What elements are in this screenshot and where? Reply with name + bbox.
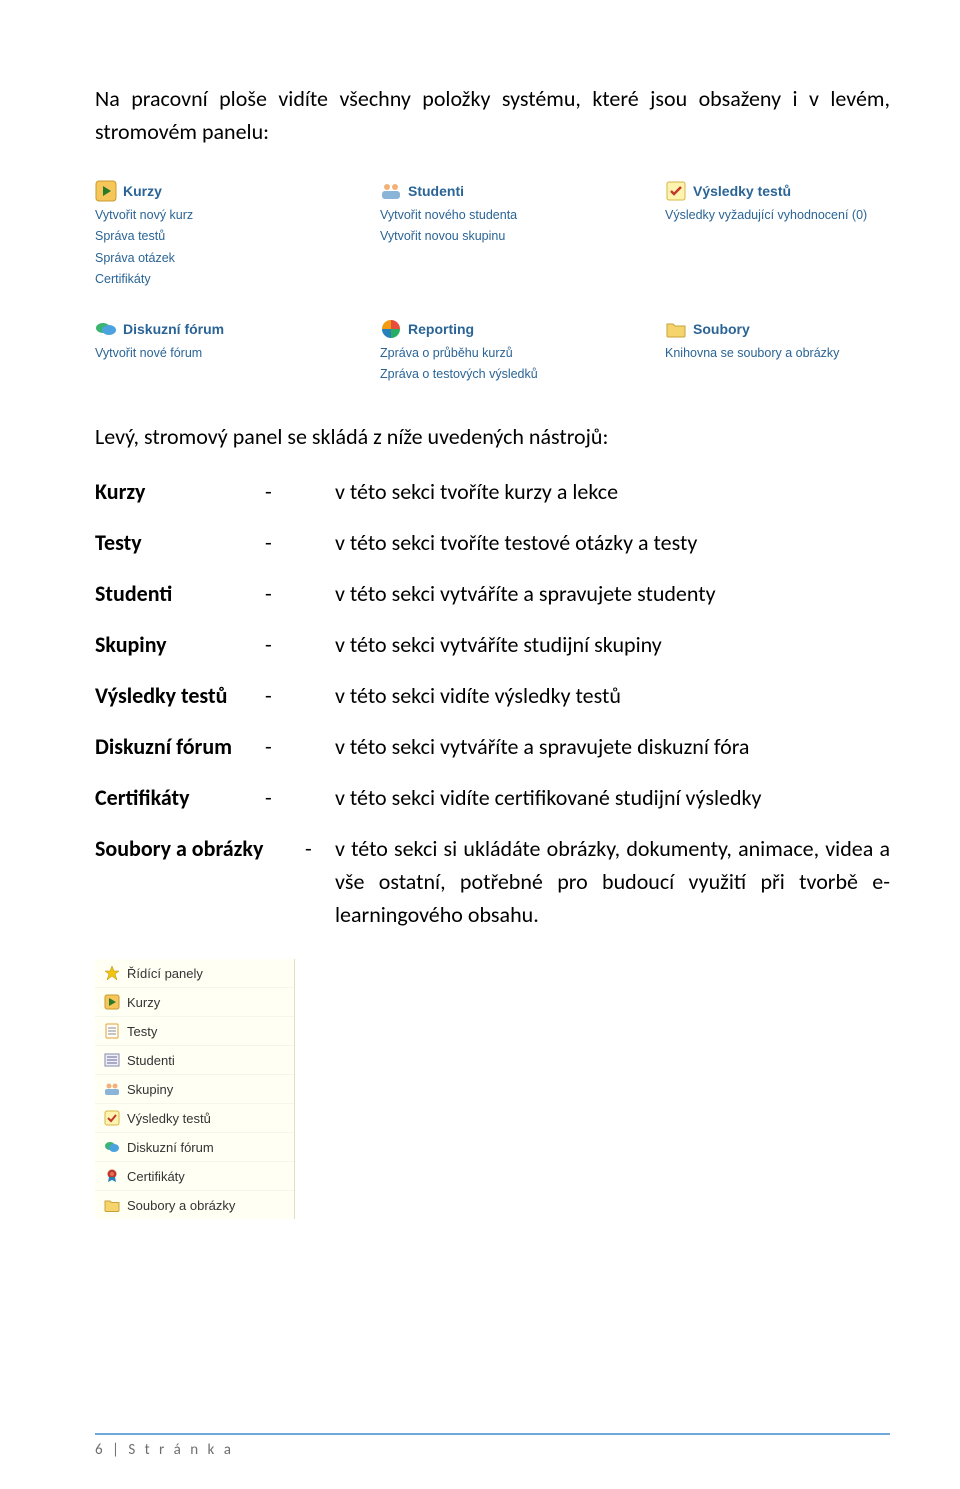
dashboard-card-soubory: Soubory Knihovna se soubory a obrázky [665, 318, 890, 387]
tree-item-label: Testy [127, 1024, 157, 1039]
def-row-vysledky: Výsledky testů - v této sekci vidíte výs… [95, 679, 890, 712]
def-desc: v této sekci vidíte výsledky testů [335, 679, 890, 712]
def-desc: v této sekci vytváříte a spravujete disk… [335, 730, 890, 763]
def-row-studenti: Studenti - v této sekci vytváříte a spra… [95, 577, 890, 610]
folder-icon [665, 318, 687, 340]
dash-separator: - [265, 628, 335, 661]
dashboard-card-studenti: Studenti Vytvořit nového studenta Vytvoř… [380, 180, 605, 292]
dash-sub-link[interactable]: Vytvořit novou skupinu [380, 227, 605, 246]
def-term: Kurzy [95, 475, 265, 508]
dash-separator: - [265, 679, 335, 712]
page-footer: 6 | S t r á n k a [95, 1433, 890, 1459]
tree-item-label: Výsledky testů [127, 1111, 211, 1126]
tree-item-ridici-panely[interactable]: Řídící panely [95, 959, 294, 987]
folder-icon [103, 1196, 121, 1214]
tree-item-studenti[interactable]: Studenti [95, 1045, 294, 1074]
check-icon [103, 1109, 121, 1127]
dash-separator: - [265, 730, 335, 763]
def-desc: v této sekci vytváříte studijní skupiny [335, 628, 890, 661]
chat-icon [95, 318, 117, 340]
tree-item-label: Certifikáty [127, 1169, 185, 1184]
dash-separator: - [265, 475, 335, 508]
page-icon [103, 1022, 121, 1040]
page-number: 6 [95, 1441, 106, 1459]
tree-item-label: Kurzy [127, 995, 160, 1010]
dash-separator: - [265, 526, 335, 559]
tree-item-skupiny[interactable]: Skupiny [95, 1074, 294, 1103]
dash-sub-link[interactable]: Správa otázek [95, 249, 320, 268]
tree-item-kurzy[interactable]: Kurzy [95, 987, 294, 1016]
list-icon [103, 1051, 121, 1069]
dash-sub-link[interactable]: Výsledky vyžadující vyhodnocení (0) [665, 206, 890, 225]
def-term: Soubory a obrázky [95, 832, 305, 865]
def-row-certifikaty: Certifikáty - v této sekci vidíte certif… [95, 781, 890, 814]
dashboard-card-title: Diskuzní fórum [123, 321, 224, 337]
def-row-kurzy: Kurzy - v této sekci tvoříte kurzy a lek… [95, 475, 890, 508]
def-term: Výsledky testů [95, 679, 265, 712]
dashboard-card-title: Soubory [693, 321, 750, 337]
dash-sub-link[interactable]: Vytvořit nové fórum [95, 344, 320, 363]
dashboard-card-reporting: Reporting Zpráva o průběhu kurzů Zpráva … [380, 318, 605, 387]
dash-sub-link[interactable]: Knihovna se soubory a obrázky [665, 344, 890, 363]
footer-label: S t r á n k a [128, 1441, 234, 1459]
dash-sub-link[interactable]: Zpráva o testových výsledků [380, 365, 605, 384]
chart-icon [380, 318, 402, 340]
dashboard-row-2: Diskuzní fórum Vytvořit nové fórum Repor… [95, 318, 890, 387]
def-row-skupiny: Skupiny - v této sekci vytváříte studijn… [95, 628, 890, 661]
def-term: Skupiny [95, 628, 265, 661]
def-row-soubory: Soubory a obrázky - v této sekci si uklá… [95, 832, 890, 931]
dash-separator: - [265, 781, 335, 814]
play-icon [103, 993, 121, 1011]
def-term: Diskuzní fórum [95, 730, 265, 763]
tree-item-forum[interactable]: Diskuzní fórum [95, 1132, 294, 1161]
dashboard-card-kurzy: Kurzy Vytvořit nový kurz Správa testů Sp… [95, 180, 320, 292]
dash-sub-link[interactable]: Certifikáty [95, 270, 320, 289]
def-term: Testy [95, 526, 265, 559]
dashboard-card-title: Studenti [408, 183, 464, 199]
tree-item-certifikaty[interactable]: Certifikáty [95, 1161, 294, 1190]
check-icon [665, 180, 687, 202]
badge-icon [103, 1167, 121, 1185]
dashboard-card-vysledky: Výsledky testů Výsledky vyžadující vyhod… [665, 180, 890, 292]
footer-sep: | [106, 1441, 129, 1459]
def-desc: v této sekci si ukládáte obrázky, dokume… [335, 832, 890, 931]
def-desc: v této sekci vidíte certifikované studij… [335, 781, 890, 814]
dashboard-card-title: Kurzy [123, 183, 162, 199]
people-icon [103, 1080, 121, 1098]
dashboard-card-title: Výsledky testů [693, 183, 791, 199]
def-row-forum: Diskuzní fórum - v této sekci vytváříte … [95, 730, 890, 763]
tree-item-testy[interactable]: Testy [95, 1016, 294, 1045]
tree-item-label: Diskuzní fórum [127, 1140, 214, 1155]
tree-item-vysledky[interactable]: Výsledky testů [95, 1103, 294, 1132]
section-title: Levý, stromový panel se skládá z níže uv… [95, 420, 890, 453]
dashboard-row-1: Kurzy Vytvořit nový kurz Správa testů Sp… [95, 180, 890, 292]
dash-sub-link[interactable]: Správa testů [95, 227, 320, 246]
intro-paragraph: Na pracovní ploše vidíte všechny položky… [95, 82, 890, 148]
def-term: Certifikáty [95, 781, 265, 814]
tree-item-soubory[interactable]: Soubory a obrázky [95, 1190, 294, 1219]
dash-sub-link[interactable]: Vytvořit nového studenta [380, 206, 605, 225]
tree-item-label: Řídící panely [127, 966, 203, 981]
tree-item-label: Skupiny [127, 1082, 173, 1097]
tree-panel: Řídící panely Kurzy Testy Studenti Skupi… [95, 959, 295, 1219]
dash-separator: - [305, 832, 335, 865]
chat-icon [103, 1138, 121, 1156]
dash-sub-link[interactable]: Vytvořit nový kurz [95, 206, 320, 225]
def-desc: v této sekci tvoříte kurzy a lekce [335, 475, 890, 508]
footer-text: 6 | S t r á n k a [95, 1441, 890, 1459]
footer-rule [95, 1433, 890, 1435]
def-desc: v této sekci vytváříte a spravujete stud… [335, 577, 890, 610]
star-icon [103, 964, 121, 982]
dashboard-card-forum: Diskuzní fórum Vytvořit nové fórum [95, 318, 320, 387]
def-row-testy: Testy - v této sekci tvoříte testové otá… [95, 526, 890, 559]
play-icon [95, 180, 117, 202]
def-desc: v této sekci tvoříte testové otázky a te… [335, 526, 890, 559]
people-icon [380, 180, 402, 202]
dash-separator: - [265, 577, 335, 610]
tree-item-label: Soubory a obrázky [127, 1198, 235, 1213]
dash-sub-link[interactable]: Zpráva o průběhu kurzů [380, 344, 605, 363]
tree-item-label: Studenti [127, 1053, 175, 1068]
def-term: Studenti [95, 577, 265, 610]
dashboard-card-title: Reporting [408, 321, 474, 337]
